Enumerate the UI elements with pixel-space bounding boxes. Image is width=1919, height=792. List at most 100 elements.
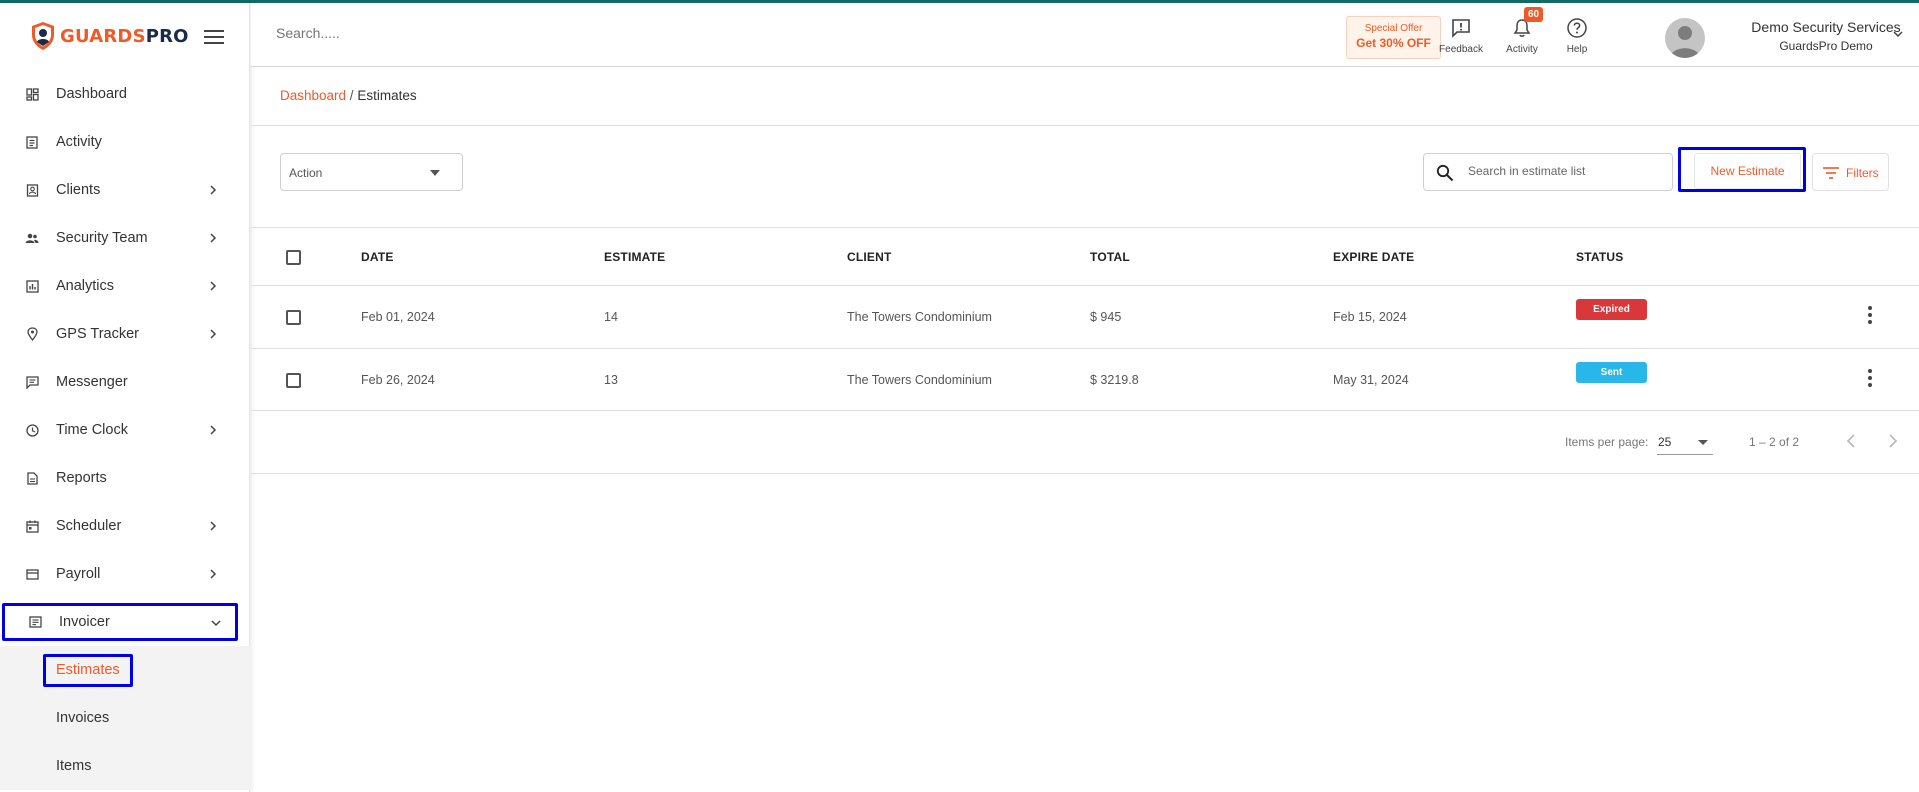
- filter-icon: [1823, 167, 1839, 179]
- menu-toggle-icon[interactable]: [204, 30, 224, 44]
- location-pin-icon: [25, 327, 39, 341]
- sidebar-item-scheduler[interactable]: Scheduler: [0, 502, 250, 550]
- sidebar-item-security-team[interactable]: Security Team: [0, 214, 250, 262]
- sidebar-subitem-invoices[interactable]: Invoices: [0, 694, 250, 742]
- estimates-table: DATE ESTIMATE CLIENT TOTAL EXPIRE DATE S…: [251, 227, 1919, 411]
- cell-date: Feb 01, 2024: [361, 310, 435, 324]
- cell-total: $ 3219.8: [1090, 373, 1139, 387]
- pagination-range: 1 – 2 of 2: [1749, 435, 1800, 449]
- sidebar-item-gps-tracker[interactable]: GPS Tracker: [0, 310, 250, 358]
- dashboard-icon: [25, 87, 39, 101]
- chevron-right-icon: [210, 425, 217, 435]
- avatar[interactable]: [1665, 18, 1705, 58]
- new-estimate-button[interactable]: New Estimate: [1694, 153, 1801, 189]
- action-dropdown[interactable]: Action: [280, 153, 463, 191]
- cell-date: Feb 26, 2024: [361, 373, 435, 387]
- breadcrumb: Dashboard / Estimates: [280, 88, 417, 103]
- sidebar-item-activity[interactable]: Activity: [0, 118, 250, 166]
- activity-button[interactable]: 60 Activity: [1492, 7, 1552, 55]
- chevron-right-icon: [210, 281, 217, 291]
- sidebar-item-label: Scheduler: [56, 518, 122, 534]
- guardspro-shield-icon: [32, 22, 54, 50]
- sidebar-subitem-label: Estimates: [43, 653, 133, 687]
- cell-client: The Towers Condominium: [847, 373, 992, 387]
- previous-page-icon[interactable]: [1842, 431, 1862, 451]
- estimate-search-input[interactable]: [1468, 164, 1658, 178]
- pagination-bar: Items per page: 25 1 – 2 of 2: [251, 411, 1919, 474]
- cell-client: The Towers Condominium: [847, 310, 992, 324]
- column-header-total[interactable]: TOTAL: [1090, 228, 1130, 286]
- sidebar-item-label: Payroll: [56, 566, 101, 582]
- row-checkbox[interactable]: [286, 373, 301, 388]
- sidebar-item-messenger[interactable]: Messenger: [0, 358, 250, 406]
- items-per-page-value: 25: [1658, 435, 1672, 449]
- select-all-checkbox[interactable]: [286, 250, 301, 265]
- sidebar-subitem-estimates[interactable]: Estimates: [0, 646, 250, 694]
- column-header-date[interactable]: DATE: [361, 228, 394, 286]
- filters-button[interactable]: Filters: [1812, 153, 1889, 191]
- special-offer-button[interactable]: Special Offer Get 30% OFF: [1346, 16, 1441, 59]
- sidebar-item-label: Messenger: [56, 374, 128, 390]
- dropdown-arrow-icon: [430, 170, 440, 176]
- brand-logo[interactable]: GUARDSPRO: [30, 20, 189, 52]
- sidebar-item-clients[interactable]: Clients: [0, 166, 250, 214]
- sidebar-subitem-items[interactable]: Items: [0, 742, 250, 790]
- chevron-down-icon: [211, 620, 221, 627]
- breadcrumb-current: Estimates: [357, 88, 417, 103]
- table-row[interactable]: Feb 26, 2024 13 The Towers Condominium $…: [251, 348, 1919, 411]
- row-more-options-icon[interactable]: [1864, 306, 1876, 328]
- user-avatar-icon: [1670, 26, 1700, 58]
- items-per-page-select[interactable]: 25: [1657, 429, 1713, 455]
- clients-icon: [25, 183, 39, 197]
- action-dropdown-label: Action: [289, 166, 323, 180]
- help-icon: [1567, 18, 1587, 38]
- cell-expire-date: Feb 15, 2024: [1333, 310, 1407, 324]
- user-company: GuardsPro Demo: [1779, 39, 1873, 53]
- column-header-estimate[interactable]: ESTIMATE: [604, 228, 665, 286]
- payroll-icon: [25, 567, 39, 581]
- feedback-button[interactable]: Feedback: [1431, 17, 1491, 55]
- column-header-status[interactable]: STATUS: [1576, 228, 1623, 286]
- offer-discount: Get 30% OFF: [1356, 36, 1431, 50]
- table-header-row: DATE ESTIMATE CLIENT TOTAL EXPIRE DATE S…: [251, 227, 1919, 285]
- sidebar-subitem-label: Invoices: [56, 710, 110, 726]
- sidebar-item-analytics[interactable]: Analytics: [0, 262, 250, 310]
- breadcrumb-dashboard-link[interactable]: Dashboard: [280, 88, 346, 103]
- status-badge: Sent: [1576, 362, 1647, 383]
- chat-icon: [25, 375, 39, 389]
- breadcrumb-separator: /: [346, 88, 358, 103]
- sidebar-item-dashboard[interactable]: Dashboard: [0, 70, 250, 118]
- activity-count-badge: 60: [1524, 7, 1544, 22]
- chevron-right-icon: [210, 233, 217, 243]
- top-header: Special Offer Get 30% OFF Feedback 60 Ac…: [251, 3, 1919, 67]
- row-checkbox[interactable]: [286, 310, 301, 325]
- document-icon: [25, 471, 39, 485]
- sidebar-item-reports[interactable]: Reports: [0, 454, 250, 502]
- user-name[interactable]: Demo Security Services: [1721, 19, 1919, 35]
- sidebar-item-label: Activity: [56, 134, 102, 150]
- column-header-expire-date[interactable]: EXPIRE DATE: [1333, 228, 1414, 286]
- sidebar-item-label: Invoicer: [59, 614, 110, 630]
- cell-estimate: 14: [604, 310, 618, 324]
- cell-total: $ 945: [1090, 310, 1122, 324]
- chevron-right-icon: [210, 521, 217, 531]
- table-row[interactable]: Feb 01, 2024 14 The Towers Condominium $…: [251, 285, 1919, 348]
- help-button[interactable]: Help: [1547, 17, 1607, 55]
- sidebar-item-label: Analytics: [56, 278, 115, 294]
- cell-expire-date: May 31, 2024: [1333, 373, 1409, 387]
- sidebar-item-label: Reports: [56, 470, 107, 486]
- row-more-options-icon[interactable]: [1864, 369, 1876, 391]
- global-search-input[interactable]: [276, 25, 576, 41]
- new-estimate-highlight: New Estimate: [1678, 147, 1806, 192]
- sidebar-item-time-clock[interactable]: Time Clock: [0, 406, 250, 454]
- analytics-icon: [25, 279, 39, 293]
- sidebar-item-invoicer[interactable]: Invoicer: [2, 603, 238, 641]
- activity-label: Activity: [1506, 44, 1538, 55]
- column-header-client[interactable]: CLIENT: [847, 228, 892, 286]
- next-page-icon[interactable]: [1882, 431, 1902, 451]
- chevron-down-icon[interactable]: [1892, 28, 1904, 40]
- clock-icon: [25, 423, 39, 437]
- feedback-icon: [1452, 19, 1470, 38]
- sidebar-item-payroll[interactable]: Payroll: [0, 550, 250, 598]
- sidebar-item-label: GPS Tracker: [56, 326, 139, 342]
